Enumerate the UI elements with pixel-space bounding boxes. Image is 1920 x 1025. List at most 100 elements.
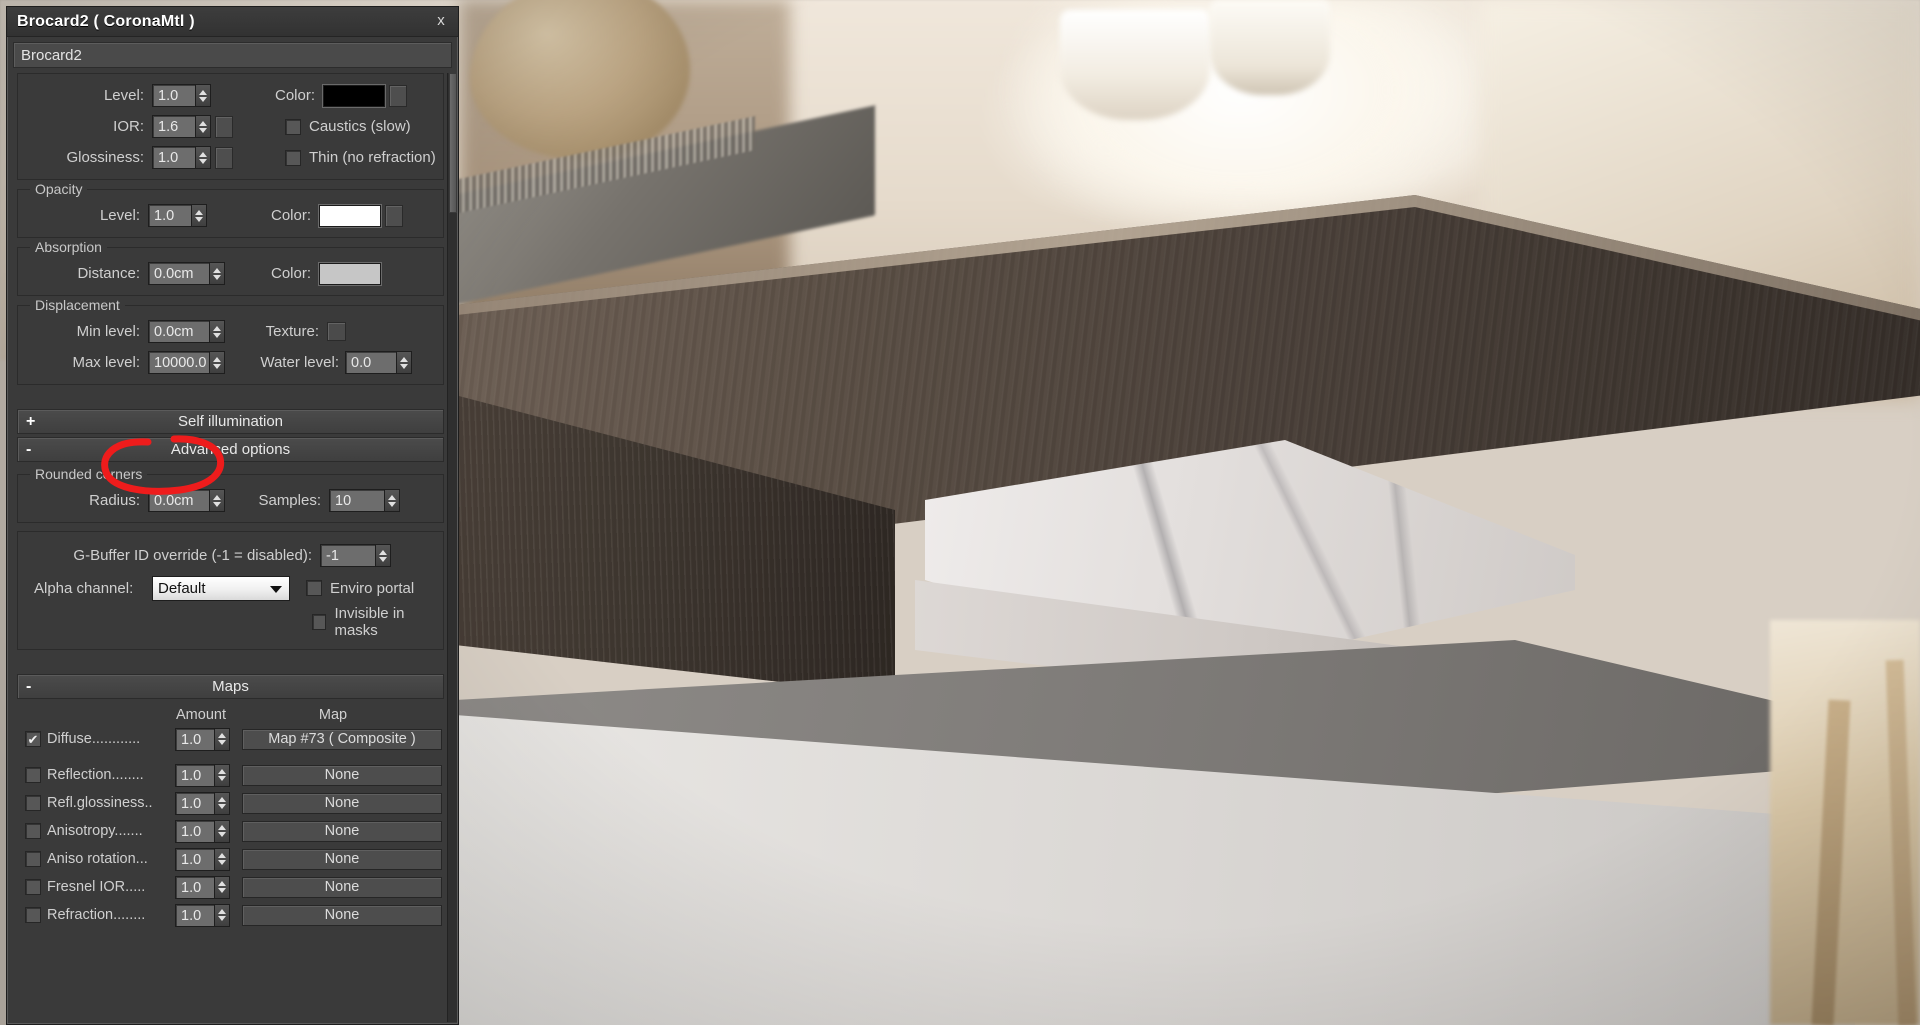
map-amount-field[interactable]: 1.0: [175, 847, 230, 871]
chevron-down-icon[interactable]: [270, 585, 282, 593]
opacity-level-spinner[interactable]: [192, 204, 207, 227]
enviro-portal-row[interactable]: Enviro portal: [306, 580, 414, 597]
radius-field[interactable]: 0.0cm: [148, 489, 225, 512]
map-slot-button[interactable]: None: [242, 792, 442, 814]
displacement-max-value[interactable]: 10000.0: [148, 351, 210, 374]
map-amount-spinner[interactable]: [215, 791, 230, 815]
map-enable-checkbox[interactable]: [25, 879, 41, 895]
map-amount-spinner[interactable]: [215, 763, 230, 787]
map-amount-spinner[interactable]: [215, 847, 230, 871]
map-enable-checkbox[interactable]: [25, 767, 41, 783]
alpha-channel-row: Alpha channel: Default Enviro portal: [22, 571, 439, 605]
thin-checkbox-row[interactable]: Thin (no refraction): [285, 149, 436, 166]
map-enable-checkbox[interactable]: [25, 907, 41, 923]
displacement-texture-slot[interactable]: [327, 322, 346, 341]
map-slot-button[interactable]: None: [242, 904, 442, 926]
radius-spinner[interactable]: [210, 489, 225, 512]
map-amount-field[interactable]: 1.0: [175, 875, 230, 899]
gbuffer-value[interactable]: -1: [320, 544, 376, 567]
refraction-level-row: Level: 1.0 Color:: [22, 80, 439, 111]
map-slot-button[interactable]: None: [242, 820, 442, 842]
samples-field[interactable]: 10: [329, 489, 400, 512]
material-name-input[interactable]: Brocard2: [13, 42, 452, 68]
map-slot-button[interactable]: Map #73 ( Composite ): [242, 728, 442, 750]
map-slot-button[interactable]: None: [242, 764, 442, 786]
map-amount-spinner[interactable]: [215, 903, 230, 927]
refraction-ior-value[interactable]: 1.6: [152, 115, 196, 138]
rollout-self-illumination-toggle-icon[interactable]: +: [26, 413, 35, 431]
absorption-distance-spinner[interactable]: [210, 262, 225, 285]
invisible-in-masks-checkbox[interactable]: [312, 614, 327, 630]
map-amount-field[interactable]: 1.0: [175, 819, 230, 843]
displacement-max-field[interactable]: 10000.0: [148, 351, 225, 374]
refraction-color-swatch[interactable]: [323, 84, 385, 107]
map-enable-checkbox[interactable]: ✔: [25, 731, 41, 747]
opacity-color-map-button[interactable]: [385, 204, 403, 227]
radius-value[interactable]: 0.0cm: [148, 489, 210, 512]
samples-spinner[interactable]: [385, 489, 400, 512]
rollout-advanced-options[interactable]: - Advanced options: [17, 437, 444, 462]
enviro-portal-checkbox[interactable]: [306, 580, 322, 596]
map-amount-value[interactable]: 1.0: [175, 791, 215, 815]
rollout-self-illumination[interactable]: + Self illumination: [17, 409, 444, 434]
opacity-level-field[interactable]: 1.0: [148, 204, 207, 227]
samples-value[interactable]: 10: [329, 489, 385, 512]
table-row: Reflection........ 1.0 None: [17, 763, 444, 787]
refraction-glossiness-value[interactable]: 1.0: [152, 146, 196, 169]
refraction-glossiness-spinner[interactable]: [196, 146, 211, 169]
map-amount-field[interactable]: 1.0: [175, 727, 230, 751]
caustics-checkbox[interactable]: [285, 118, 301, 135]
map-amount-value[interactable]: 1.0: [175, 847, 215, 871]
invisible-in-masks-checkbox-row[interactable]: Invisible in masks: [312, 605, 439, 639]
thin-checkbox[interactable]: [285, 149, 301, 166]
map-slot-button[interactable]: None: [242, 848, 442, 870]
map-amount-spinner[interactable]: [215, 727, 230, 751]
refraction-ior-spinner[interactable]: [196, 115, 211, 138]
map-amount-value[interactable]: 1.0: [175, 875, 215, 899]
refraction-ior-map-button[interactable]: [215, 115, 233, 138]
refraction-ior-field[interactable]: 1.6: [152, 115, 211, 138]
map-amount-field[interactable]: 1.0: [175, 763, 230, 787]
map-amount-value[interactable]: 1.0: [175, 727, 215, 751]
gbuffer-spinner[interactable]: [376, 544, 391, 567]
map-enable-checkbox[interactable]: [25, 795, 41, 811]
map-slot-button[interactable]: None: [242, 876, 442, 898]
alpha-channel-select[interactable]: Default: [152, 575, 290, 601]
displacement-min-spinner[interactable]: [210, 320, 225, 343]
rollout-maps-toggle-icon[interactable]: -: [26, 678, 31, 696]
rollout-advanced-options-toggle-icon[interactable]: -: [26, 441, 31, 459]
displacement-water-field[interactable]: 0.0: [345, 351, 412, 374]
map-amount-value[interactable]: 1.0: [175, 903, 215, 927]
map-amount-field[interactable]: 1.0: [175, 903, 230, 927]
map-amount-field[interactable]: 1.0: [175, 791, 230, 815]
refraction-glossiness-field[interactable]: 1.0: [152, 146, 211, 169]
gbuffer-field[interactable]: -1: [320, 544, 391, 567]
map-amount-value[interactable]: 1.0: [175, 819, 215, 843]
refraction-level-value[interactable]: 1.0: [152, 84, 196, 107]
close-icon[interactable]: x: [432, 12, 450, 30]
displacement-min-field[interactable]: 0.0cm: [148, 320, 225, 343]
panel-scrollbar[interactable]: [447, 73, 457, 1022]
absorption-distance-field[interactable]: 0.0cm: [148, 262, 225, 285]
window-titlebar[interactable]: Brocard2 ( CoronaMtl ) x: [7, 7, 458, 37]
refraction-level-field[interactable]: 1.0: [152, 84, 211, 107]
map-amount-spinner[interactable]: [215, 875, 230, 899]
opacity-color-swatch[interactable]: [319, 204, 381, 227]
absorption-distance-value[interactable]: 0.0cm: [148, 262, 210, 285]
opacity-level-value[interactable]: 1.0: [148, 204, 192, 227]
panel-scrollbar-thumb[interactable]: [449, 73, 457, 213]
displacement-max-spinner[interactable]: [210, 351, 225, 374]
displacement-water-value[interactable]: 0.0: [345, 351, 397, 374]
absorption-color-swatch[interactable]: [319, 262, 381, 285]
map-amount-value[interactable]: 1.0: [175, 763, 215, 787]
map-enable-checkbox[interactable]: [25, 823, 41, 839]
refraction-color-map-button[interactable]: [389, 84, 407, 107]
map-enable-checkbox[interactable]: [25, 851, 41, 867]
displacement-water-spinner[interactable]: [397, 351, 412, 374]
rollout-maps[interactable]: - Maps: [17, 674, 444, 699]
caustics-checkbox-row[interactable]: Caustics (slow): [285, 118, 411, 135]
displacement-min-value[interactable]: 0.0cm: [148, 320, 210, 343]
refraction-glossiness-map-button[interactable]: [215, 146, 233, 169]
refraction-level-spinner[interactable]: [196, 84, 211, 107]
map-amount-spinner[interactable]: [215, 819, 230, 843]
